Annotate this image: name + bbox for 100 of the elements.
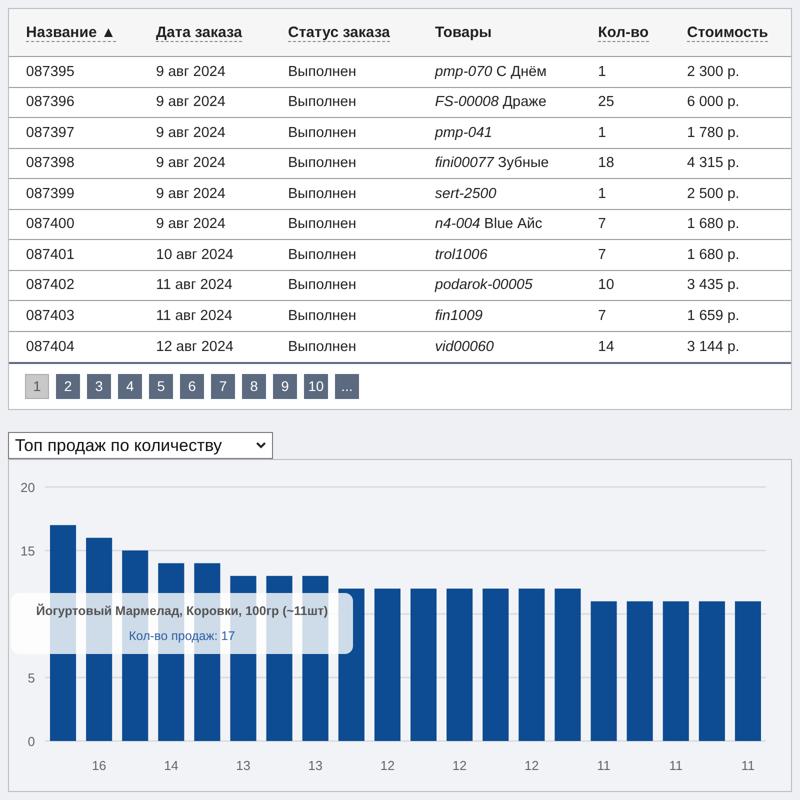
table-cell: fin1009 — [435, 308, 483, 324]
table-cell: 087404 — [26, 338, 74, 355]
table-cell: Выполнен — [288, 64, 356, 80]
table-cell: 11 авг 2024 — [156, 277, 232, 294]
page-button[interactable]: ... — [335, 374, 359, 399]
table-cell: FS-00008 Драже — [435, 94, 546, 110]
table-cell: 6 000 р. — [687, 94, 740, 110]
table-cell: Выполнен — [288, 94, 356, 110]
table-cell: vid00060 — [435, 338, 494, 355]
table-cell: 11 авг 2024 — [156, 308, 232, 324]
table-cell: 087398 — [26, 155, 74, 172]
column-header: Товары — [435, 24, 492, 40]
x-axis-label: 12 — [452, 758, 467, 773]
x-axis-label: 12 — [380, 758, 395, 773]
table-cell: Выполнен — [288, 338, 356, 355]
table-cell: 087397 — [26, 124, 74, 141]
table-cell: 1 — [598, 186, 606, 202]
table-cell: n4-004 Blue Айс — [435, 216, 542, 232]
table-cell: 087396 — [26, 94, 74, 110]
x-axis-label: 11 — [597, 758, 611, 773]
table-cell: 087403 — [26, 308, 74, 324]
page-button[interactable]: 10 — [304, 374, 328, 399]
bar[interactable] — [626, 601, 653, 741]
page-button[interactable]: 2 — [56, 374, 80, 399]
table-cell: 087401 — [26, 246, 74, 263]
table-cell: Выполнен — [288, 277, 356, 294]
y-axis-label: 5 — [28, 670, 35, 686]
x-axis-label: 11 — [741, 758, 755, 773]
x-axis-label: 11 — [669, 758, 683, 773]
table-cell: 3 435 р. — [687, 277, 740, 294]
table-cell: 9 авг 2024 — [156, 186, 226, 202]
table-cell: 1 — [598, 64, 606, 80]
table-cell: Выполнен — [288, 124, 356, 141]
table-cell: 087399 — [26, 186, 74, 202]
table-cell: 9 авг 2024 — [156, 124, 226, 141]
x-axis-label: 13 — [308, 758, 323, 773]
table-cell: 14 — [598, 338, 614, 355]
page-button[interactable]: 3 — [87, 374, 111, 399]
table-cell: 087395 — [26, 64, 74, 80]
y-axis-label: 20 — [20, 480, 35, 495]
column-header[interactable]: Стоимость — [687, 24, 768, 42]
table-cell: 3 144 р. — [687, 338, 740, 355]
bar[interactable] — [590, 601, 617, 741]
table-cell: 7 — [598, 246, 606, 263]
page-button[interactable]: 5 — [149, 374, 173, 399]
table-cell: Выполнен — [288, 246, 356, 263]
table-cell: podarok-00005 — [435, 277, 533, 294]
bar[interactable] — [662, 601, 689, 741]
table-cell: sert-2500 — [435, 186, 496, 202]
x-axis-label: 12 — [524, 758, 539, 773]
column-header[interactable]: Название ▲ — [26, 24, 116, 42]
table-cell: 7 — [598, 308, 606, 324]
y-axis-label: 0 — [28, 734, 35, 749]
table-cell: 10 авг 2024 — [156, 246, 234, 263]
table-cell: 1 780 р. — [687, 124, 740, 141]
column-header[interactable]: Кол-во — [598, 24, 649, 42]
table-cell: 2 300 р. — [687, 64, 740, 80]
table-cell: fini00077 Зубные — [435, 155, 549, 172]
x-axis-label: 13 — [236, 758, 250, 773]
table-cell: pmp-070 С Днём — [435, 64, 547, 80]
table-cell: 18 — [598, 155, 614, 172]
table-cell: 087400 — [26, 216, 74, 232]
table-cell: 1 680 р. — [687, 216, 740, 232]
tooltip-value: Кол-во продаж: 17 — [128, 628, 236, 645]
page-button[interactable]: 9 — [273, 374, 297, 399]
bar[interactable] — [734, 601, 761, 741]
table-cell: 9 авг 2024 — [156, 155, 226, 172]
column-header[interactable]: Статус заказа — [288, 24, 390, 42]
table-cell: 1 680 р. — [687, 246, 740, 263]
table-cell: Выполнен — [288, 186, 356, 202]
table-cell: Выполнен — [288, 216, 356, 232]
table-cell: 25 — [598, 94, 614, 110]
bar[interactable] — [698, 601, 725, 741]
table-cell: 2 500 р. — [687, 186, 740, 202]
table-cell: 087402 — [26, 277, 74, 294]
page-button[interactable]: 8 — [242, 374, 266, 399]
page-button[interactable]: 4 — [118, 374, 142, 399]
table-cell: 1 659 р. — [687, 308, 740, 324]
table-cell: 1 — [598, 124, 606, 141]
table-cell: 7 — [598, 216, 606, 232]
table-cell: 9 авг 2024 — [156, 216, 226, 232]
table-cell: trol1006 — [435, 246, 488, 263]
table-cell: 9 авг 2024 — [156, 94, 226, 110]
page-button[interactable]: 7 — [211, 374, 235, 399]
table-cell: 12 авг 2024 — [156, 338, 234, 355]
table-cell: 4 315 р. — [687, 155, 740, 172]
table-cell: 10 — [598, 277, 614, 294]
chart-type-select[interactable]: Топ продаж по количеству — [8, 432, 273, 459]
tooltip-title: Йогуртовый Мармелад, Коровки, 100гр (~11шт) — [36, 602, 328, 620]
bar[interactable] — [554, 588, 581, 741]
y-axis-label: 15 — [20, 544, 35, 558]
page-button[interactable]: 1 — [25, 374, 49, 399]
column-header[interactable]: Дата заказа — [156, 24, 242, 42]
table-cell: 9 авг 2024 — [156, 64, 226, 80]
table-cell: Выполнен — [288, 155, 356, 172]
table-cell: pmp-041 — [435, 124, 492, 141]
page-button[interactable]: 6 — [180, 374, 204, 399]
table-cell: Выполнен — [288, 308, 356, 324]
x-axis-label: 16 — [92, 758, 106, 773]
x-axis-label: 14 — [164, 758, 178, 773]
